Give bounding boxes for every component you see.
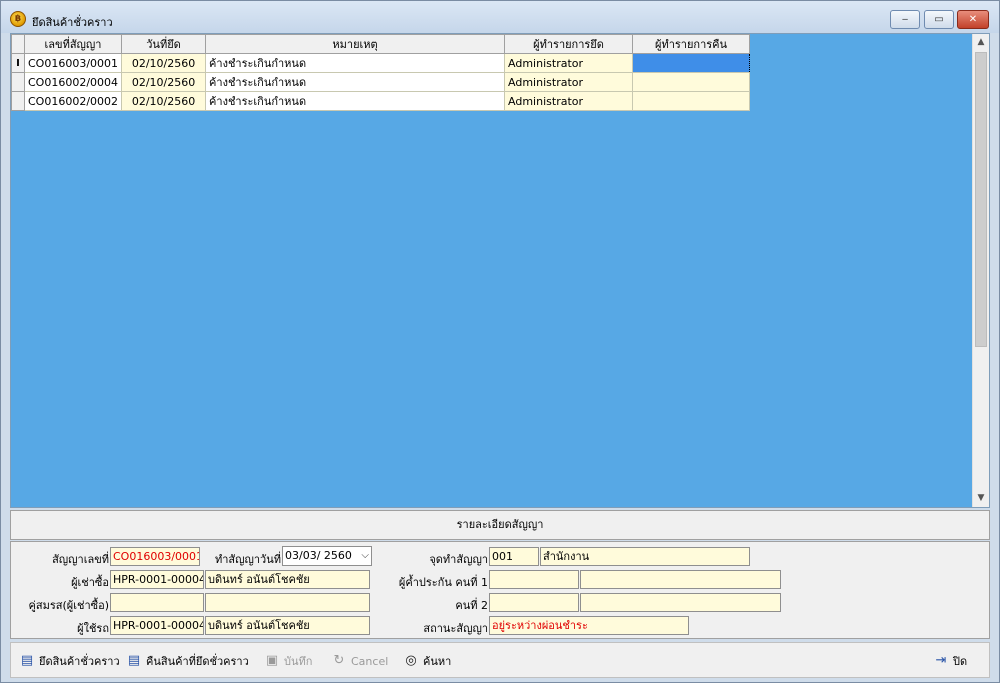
contract-no-field[interactable]: CO016003/0001 bbox=[110, 547, 200, 566]
spouse-label: คู่สมรส(ผู้เช่าซื้อ) bbox=[28, 599, 109, 612]
close-button-label: ปิด bbox=[953, 655, 968, 668]
detail-section-title: รายละเอียดสัญญา bbox=[10, 510, 990, 540]
spouse-code-field[interactable] bbox=[110, 593, 204, 612]
save-button-label: บันทึก bbox=[284, 655, 313, 668]
cell-note[interactable]: ค้างชำระเกินกำหนด bbox=[205, 91, 506, 111]
main-window: ฿ ยึดสินค้าชั่วคราว ‒ ▭ ✕ เลขที่สัญญา วั… bbox=[0, 0, 1000, 683]
scroll-down-icon[interactable]: ▼ bbox=[973, 490, 989, 507]
return-button[interactable]: ▤ คืนสินค้าที่ยึดชั่วคราว bbox=[126, 651, 249, 671]
cell-note[interactable]: ค้างชำระเกินกำหนด bbox=[205, 72, 506, 92]
guarantor1-label: ผู้ค้ำประกัน คนที่ 1 bbox=[398, 576, 488, 589]
cancel-button-label: Cancel bbox=[351, 654, 389, 668]
seizure-grid[interactable]: เลขที่สัญญา วันที่ยึด หมายเหตุ ผู้ทำรายก… bbox=[10, 33, 990, 508]
grid-header-row: เลขที่สัญญา วันที่ยึด หมายเหตุ ผู้ทำรายก… bbox=[11, 34, 751, 54]
location-name-field[interactable]: สำนักงาน bbox=[540, 547, 750, 566]
lessee-name-field[interactable]: บดินทร์ อนันต์โชคชัย bbox=[205, 570, 370, 589]
cancel-refresh-icon: ↻ bbox=[333, 653, 345, 668]
spouse-name-field[interactable] bbox=[205, 593, 370, 612]
document-edit-icon: ▤ bbox=[20, 653, 34, 668]
status-value-field[interactable]: อยู่ระหว่างผ่อนชำระ bbox=[489, 616, 689, 635]
row-indicator[interactable] bbox=[11, 91, 25, 111]
binoculars-icon: ◎ bbox=[405, 653, 417, 668]
cell-returned-by[interactable] bbox=[632, 53, 751, 73]
contract-detail-panel: สัญญาเลขที่ CO016003/0001 ทำสัญญาวันที่ … bbox=[10, 541, 990, 639]
contract-date-label: ทำสัญญาวันที่ bbox=[214, 553, 281, 566]
seize-button-label: ยึดสินค้าชั่วคราว bbox=[39, 655, 120, 668]
table-row[interactable]: CO016002/0002 02/10/2560 ค้างชำระเกินกำห… bbox=[11, 91, 751, 111]
guarantor1-code-field[interactable] bbox=[489, 570, 579, 589]
bottom-toolbar: ▤ ยึดสินค้าชั่วคราว ▤ คืนสินค้าที่ยึดชั่… bbox=[10, 642, 990, 678]
table-row[interactable]: CO016002/0004 02/10/2560 ค้างชำระเกินกำห… bbox=[11, 72, 751, 92]
scroll-thumb[interactable] bbox=[975, 52, 987, 347]
seize-button[interactable]: ▤ ยึดสินค้าชั่วคราว bbox=[19, 651, 120, 671]
minimize-icon: ‒ bbox=[901, 14, 909, 25]
return-button-label: คืนสินค้าที่ยึดชั่วคราว bbox=[146, 655, 249, 668]
col-header-seized-by[interactable]: ผู้ทำรายการยึด bbox=[504, 34, 634, 54]
table-row[interactable]: I CO016003/0001 02/10/2560 ค้างชำระเกินก… bbox=[11, 53, 751, 73]
close-icon: ✕ bbox=[968, 14, 978, 25]
seizure-table: เลขที่สัญญา วันที่ยึด หมายเหตุ ผู้ทำรายก… bbox=[11, 34, 751, 111]
title-bar: ฿ ยึดสินค้าชั่วคราว ‒ ▭ ✕ bbox=[1, 1, 999, 33]
lessee-code-field[interactable]: HPR-0001-00004 bbox=[110, 570, 204, 589]
cell-contract[interactable]: CO016003/0001 bbox=[23, 53, 123, 73]
cell-seized-by[interactable]: Administrator bbox=[504, 53, 634, 73]
driver-name-field[interactable]: บดินทร์ อนันต์โชคชัย bbox=[205, 616, 370, 635]
cell-seized-by[interactable]: Administrator bbox=[504, 91, 634, 111]
cell-contract[interactable]: CO016002/0004 bbox=[23, 72, 123, 92]
close-window-button[interactable]: ✕ bbox=[957, 10, 989, 29]
guarantor2-code-field[interactable] bbox=[489, 593, 579, 612]
app-coin-icon: ฿ bbox=[10, 11, 26, 27]
driver-label: ผู้ใช้รถ bbox=[77, 622, 109, 635]
contract-no-label: สัญญาเลขที่ bbox=[52, 553, 109, 566]
cancel-button[interactable]: ↻ Cancel bbox=[331, 651, 389, 671]
document-return-icon: ▤ bbox=[127, 653, 141, 668]
contract-date-picker[interactable]: 03/03/ 2560 ⌵ bbox=[282, 546, 372, 566]
guarantor2-name-field[interactable] bbox=[580, 593, 781, 612]
lessee-label: ผู้เช่าซื้อ bbox=[71, 576, 109, 589]
cell-note[interactable]: ค้างชำระเกินกำหนด bbox=[205, 53, 506, 73]
location-label: จุดทำสัญญา bbox=[429, 553, 488, 566]
cell-date[interactable]: 02/10/2560 bbox=[121, 91, 207, 111]
find-button[interactable]: ◎ ค้นหา bbox=[403, 651, 451, 671]
row-indicator-header bbox=[11, 34, 25, 54]
cell-contract[interactable]: CO016002/0002 bbox=[23, 91, 123, 111]
cell-date[interactable]: 02/10/2560 bbox=[121, 72, 207, 92]
maximize-button[interactable]: ▭ bbox=[924, 10, 954, 29]
save-button[interactable]: ▣ บันทึก bbox=[264, 651, 313, 671]
status-label: สถานะสัญญา bbox=[423, 622, 488, 635]
col-header-note[interactable]: หมายเหตุ bbox=[205, 34, 506, 54]
driver-code-field[interactable]: HPR-0001-00004 bbox=[110, 616, 204, 635]
cell-returned-by[interactable] bbox=[632, 91, 751, 111]
minimize-button[interactable]: ‒ bbox=[890, 10, 920, 29]
cell-seized-by[interactable]: Administrator bbox=[504, 72, 634, 92]
location-code-field[interactable]: 001 bbox=[489, 547, 539, 566]
exit-door-icon: ⇥ bbox=[935, 653, 947, 668]
col-header-date[interactable]: วันที่ยึด bbox=[121, 34, 207, 54]
guarantor1-name-field[interactable] bbox=[580, 570, 781, 589]
cell-date[interactable]: 02/10/2560 bbox=[121, 53, 207, 73]
col-header-contract[interactable]: เลขที่สัญญา bbox=[23, 34, 123, 54]
scroll-up-icon[interactable]: ▲ bbox=[973, 34, 989, 51]
row-indicator[interactable]: I bbox=[11, 53, 25, 73]
row-indicator[interactable] bbox=[11, 72, 25, 92]
contract-date-value: 03/03/ 2560 bbox=[285, 549, 352, 562]
col-header-returned-by[interactable]: ผู้ทำรายการคืน bbox=[632, 34, 751, 54]
guarantor2-label: คนที่ 2 bbox=[455, 599, 488, 612]
chevron-down-icon[interactable]: ⌵ bbox=[361, 547, 369, 565]
cell-returned-by[interactable] bbox=[632, 72, 751, 92]
close-button[interactable]: ⇥ ปิด bbox=[933, 651, 968, 671]
grid-vertical-scrollbar[interactable]: ▲ ▼ bbox=[972, 34, 989, 507]
find-button-label: ค้นหา bbox=[423, 655, 452, 668]
maximize-icon: ▭ bbox=[934, 14, 944, 25]
save-disk-icon: ▣ bbox=[265, 653, 279, 668]
window-title: ยึดสินค้าชั่วคราว bbox=[32, 16, 113, 29]
